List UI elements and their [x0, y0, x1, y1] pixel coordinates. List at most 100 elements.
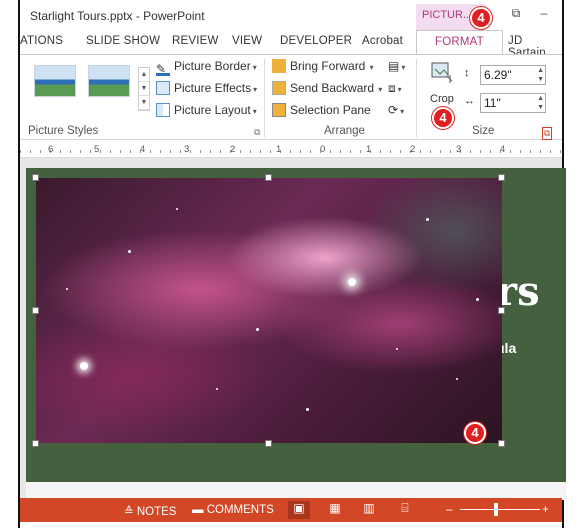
- comments-button[interactable]: ▬ COMMENTS: [192, 504, 274, 516]
- ruler-mark: 5: [94, 144, 100, 155]
- tab-developer[interactable]: DEVELOPER: [280, 35, 352, 47]
- ruler-mark: 3: [184, 144, 190, 155]
- layout-icon: [156, 103, 170, 117]
- notes-label: NOTES: [136, 506, 177, 518]
- star: [476, 298, 479, 301]
- star: [426, 218, 429, 221]
- height-spinner[interactable]: ▲ ▼: [537, 66, 544, 84]
- tab-review[interactable]: REVIEW: [172, 35, 219, 47]
- selection-pane-label: Selection Pane: [290, 103, 371, 117]
- star: [66, 288, 68, 290]
- zoom-in-button[interactable]: +: [542, 504, 549, 516]
- picture-effects-label: Picture Effects: [174, 81, 252, 95]
- nebula-picture[interactable]: [36, 178, 502, 443]
- slide-show-icon[interactable]: ⌸: [394, 501, 416, 519]
- ruler-mark: 2: [230, 144, 236, 155]
- star: [216, 388, 218, 390]
- picture-style-thumb[interactable]: [34, 65, 76, 97]
- picture-style-thumb[interactable]: [88, 65, 130, 97]
- status-bar: ≙ NOTES ▬ COMMENTS ▣ ▦ ▥ ⌸ – +: [20, 498, 562, 522]
- picture-layout-button[interactable]: Picture Layout ▾: [156, 103, 257, 121]
- resize-handle[interactable]: [32, 174, 39, 181]
- resize-handle[interactable]: [32, 440, 39, 447]
- size-group-label: Size: [472, 125, 495, 137]
- star: [256, 328, 259, 331]
- ribbon: ▲ ▼ ▼ ✎ Picture Border ▾ Picture Effects ▾ …: [20, 54, 562, 140]
- tab-format[interactable]: FORMAT: [416, 30, 503, 56]
- comment-icon: ▬: [192, 504, 204, 516]
- slide-canvas[interactable]: rs ula 4: [26, 168, 566, 482]
- send-backward-icon: [272, 81, 286, 95]
- slide-editing-area: rs ula 4: [20, 158, 566, 500]
- callout-badge: 4: [432, 107, 454, 129]
- resize-handle[interactable]: [498, 307, 505, 314]
- horizontal-ruler: 6 5 4 3 2 1 0 1 2 3 4: [20, 140, 562, 158]
- tab-animations[interactable]: ATIONS: [20, 35, 63, 47]
- ruler-mark: 2: [410, 144, 416, 155]
- picture-tools-label: PICTUR...: [422, 9, 473, 21]
- ribbon-tabs: ATIONS SLIDE SHOW REVIEW VIEW DEVELOPER …: [20, 30, 562, 59]
- resize-handle[interactable]: [498, 174, 505, 181]
- tab-slide-show[interactable]: SLIDE SHOW: [86, 35, 160, 47]
- picture-effects-button[interactable]: Picture Effects ▾: [156, 81, 257, 99]
- shape-width-value: 11": [484, 96, 501, 110]
- arrange-group-label: Arrange: [324, 125, 365, 137]
- bring-forward-button[interactable]: Bring Forward ▾: [272, 59, 374, 77]
- normal-view-icon[interactable]: ▣: [288, 501, 310, 519]
- star: [306, 408, 309, 411]
- bring-forward-icon: [272, 59, 286, 73]
- title-bar: Starlight Tours.pptx - PowerPoint PICTUR…: [20, 0, 562, 30]
- group-divider: [264, 59, 265, 137]
- group-divider: [416, 59, 417, 137]
- star: [348, 278, 356, 286]
- tab-view[interactable]: VIEW: [232, 35, 262, 47]
- more-icon[interactable]: ▼: [139, 96, 149, 110]
- tab-acrobat[interactable]: Acrobat: [362, 35, 403, 47]
- shape-width-field[interactable]: 11" ▲ ▼: [480, 93, 546, 113]
- dialog-launcher-icon[interactable]: ⧉: [254, 127, 260, 138]
- ruler-mark: 6: [48, 144, 54, 155]
- align-icon[interactable]: ▤ ▾: [388, 59, 405, 77]
- reading-view-icon[interactable]: ▥: [358, 501, 380, 519]
- width-icon: ↔: [464, 95, 475, 107]
- send-backward-button[interactable]: Send Backward ▾: [272, 81, 382, 99]
- effects-icon: [156, 81, 170, 95]
- ruler-mark: 3: [456, 144, 462, 155]
- zoom-slider[interactable]: [460, 509, 540, 510]
- minimize-button[interactable]: –: [532, 6, 556, 24]
- resize-handle[interactable]: [32, 307, 39, 314]
- crop-icon[interactable]: [430, 61, 456, 87]
- callout-badge: 4: [464, 422, 486, 444]
- chevron-down-icon[interactable]: ▼: [139, 82, 149, 96]
- picture-border-label: Picture Border: [174, 59, 251, 73]
- rotate-icon[interactable]: ⟳ ▾: [388, 103, 404, 121]
- star: [396, 348, 398, 350]
- style-gallery-scroll[interactable]: ▲ ▼ ▼: [138, 67, 150, 111]
- pencil-icon: ✎: [156, 62, 170, 76]
- ribbon-display-options-icon[interactable]: ⧉: [504, 6, 528, 24]
- zoom-slider-knob[interactable]: [494, 503, 498, 516]
- group-icon[interactable]: ⧈ ▾: [388, 81, 402, 99]
- bring-forward-label: Bring Forward: [290, 59, 366, 73]
- selection-pane-icon: [272, 103, 286, 117]
- picture-border-button[interactable]: ✎ Picture Border ▾: [156, 59, 257, 77]
- star: [80, 362, 88, 370]
- zoom-out-button[interactable]: –: [446, 504, 452, 516]
- star: [176, 208, 178, 210]
- width-spinner[interactable]: ▲ ▼: [537, 94, 544, 112]
- size-dialog-launcher-icon[interactable]: ⧉: [542, 127, 553, 140]
- send-backward-label: Send Backward: [290, 81, 375, 95]
- ruler-mark: 4: [140, 144, 146, 155]
- shape-height-field[interactable]: 6.29" ▲ ▼: [480, 65, 546, 85]
- picture-layout-label: Picture Layout: [174, 103, 251, 117]
- notes-button[interactable]: ≙ NOTES: [124, 504, 176, 518]
- resize-handle[interactable]: [265, 174, 272, 181]
- slide-sorter-icon[interactable]: ▦: [324, 501, 346, 519]
- ruler-mark: 0: [320, 144, 326, 155]
- chevron-up-icon[interactable]: ▲: [139, 68, 149, 82]
- ruler-mark: 1: [366, 144, 372, 155]
- resize-handle[interactable]: [498, 440, 505, 447]
- resize-handle[interactable]: [265, 440, 272, 447]
- star: [128, 250, 131, 253]
- selection-pane-button[interactable]: Selection Pane: [272, 103, 371, 121]
